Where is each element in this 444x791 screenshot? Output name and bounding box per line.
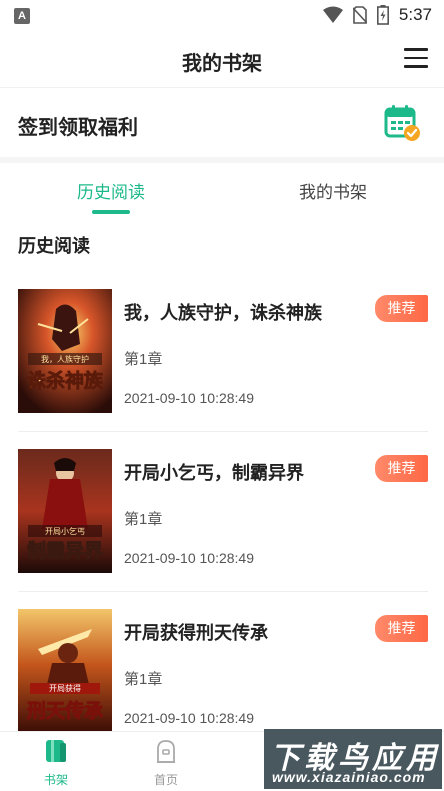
bookshelf-icon	[46, 740, 66, 762]
row-divider	[18, 591, 428, 592]
hamburger-menu-icon[interactable]	[404, 48, 428, 70]
signin-banner[interactable]: 签到领取福利	[0, 89, 444, 157]
recommend-badge: 推荐	[375, 615, 428, 642]
recommend-badge: 推荐	[375, 455, 428, 482]
nav-item-bookshelf[interactable]: 书架	[26, 738, 86, 788]
watermark-url: www.xiazainiao.com	[272, 769, 426, 785]
cover-subtitle: 开局获得	[49, 683, 81, 693]
calendar-check-icon[interactable]	[384, 104, 422, 142]
book-title: 开局获得刑天传承	[124, 623, 268, 643]
nav-label: 首页	[153, 773, 178, 787]
recommend-badge: 推荐	[375, 295, 428, 322]
book-chapter: 第1章	[124, 351, 163, 368]
tab-history[interactable]: 历史阅读	[11, 178, 211, 203]
site-watermark: 下载鸟应用 www.xiazainiao.com	[264, 729, 442, 789]
home-icon	[157, 740, 175, 763]
read-time: 2021-09-10 10:28:49	[124, 390, 254, 406]
list-item[interactable]: 我，人族守护 诛杀神族 我，人族守护，诛杀神族 推荐 第1章 2021-09-1…	[18, 289, 428, 432]
book-chapter: 第1章	[124, 671, 163, 688]
nav-item-home[interactable]: 首页	[136, 738, 196, 788]
tab-indicator	[92, 210, 130, 214]
book-title: 开局小乞丐，制霸异界	[124, 463, 304, 483]
cover-title: 刑天传承	[27, 699, 103, 722]
notification-a-icon: A	[14, 8, 30, 24]
book-cover[interactable]: 开局获得 刑天传承	[18, 609, 112, 733]
read-time: 2021-09-10 10:28:49	[124, 550, 254, 566]
wifi-icon	[322, 6, 343, 23]
list-item[interactable]: 开局获得 刑天传承 开局获得刑天传承 推荐 第1章 2021-09-10 10:…	[18, 609, 428, 741]
status-icons: 5:37	[322, 5, 432, 25]
no-sim-icon	[352, 6, 367, 24]
list-item[interactable]: 开局小乞丐 制霸异界 开局小乞丐，制霸异界 推荐 第1章 2021-09-10 …	[18, 449, 428, 592]
book-chapter: 第1章	[124, 511, 163, 528]
read-time: 2021-09-10 10:28:49	[124, 710, 254, 726]
page-title: 我的书架	[182, 53, 262, 75]
cover-subtitle: 我，人族守护	[41, 354, 89, 364]
row-divider	[18, 431, 428, 432]
section-title: 历史阅读	[18, 236, 90, 256]
cover-subtitle: 开局小乞丐	[45, 526, 85, 536]
tab-bar: 历史阅读 我的书架	[0, 163, 444, 215]
tab-my-shelf[interactable]: 我的书架	[233, 178, 433, 203]
app-bar: 我的书架	[0, 32, 444, 88]
cover-title: 诛杀神族	[27, 369, 104, 392]
book-cover[interactable]: 我，人族守护 诛杀神族	[18, 289, 112, 413]
book-title: 我，人族守护，诛杀神族	[124, 303, 322, 323]
cover-title: 制霸异界	[27, 539, 103, 562]
clock: 5:37	[398, 5, 432, 24]
book-cover[interactable]: 开局小乞丐 制霸异界	[18, 449, 112, 573]
nav-label: 书架	[43, 773, 68, 787]
signin-label: 签到领取福利	[18, 117, 138, 139]
battery-icon	[376, 5, 389, 25]
status-bar: A 5:37	[0, 0, 444, 32]
